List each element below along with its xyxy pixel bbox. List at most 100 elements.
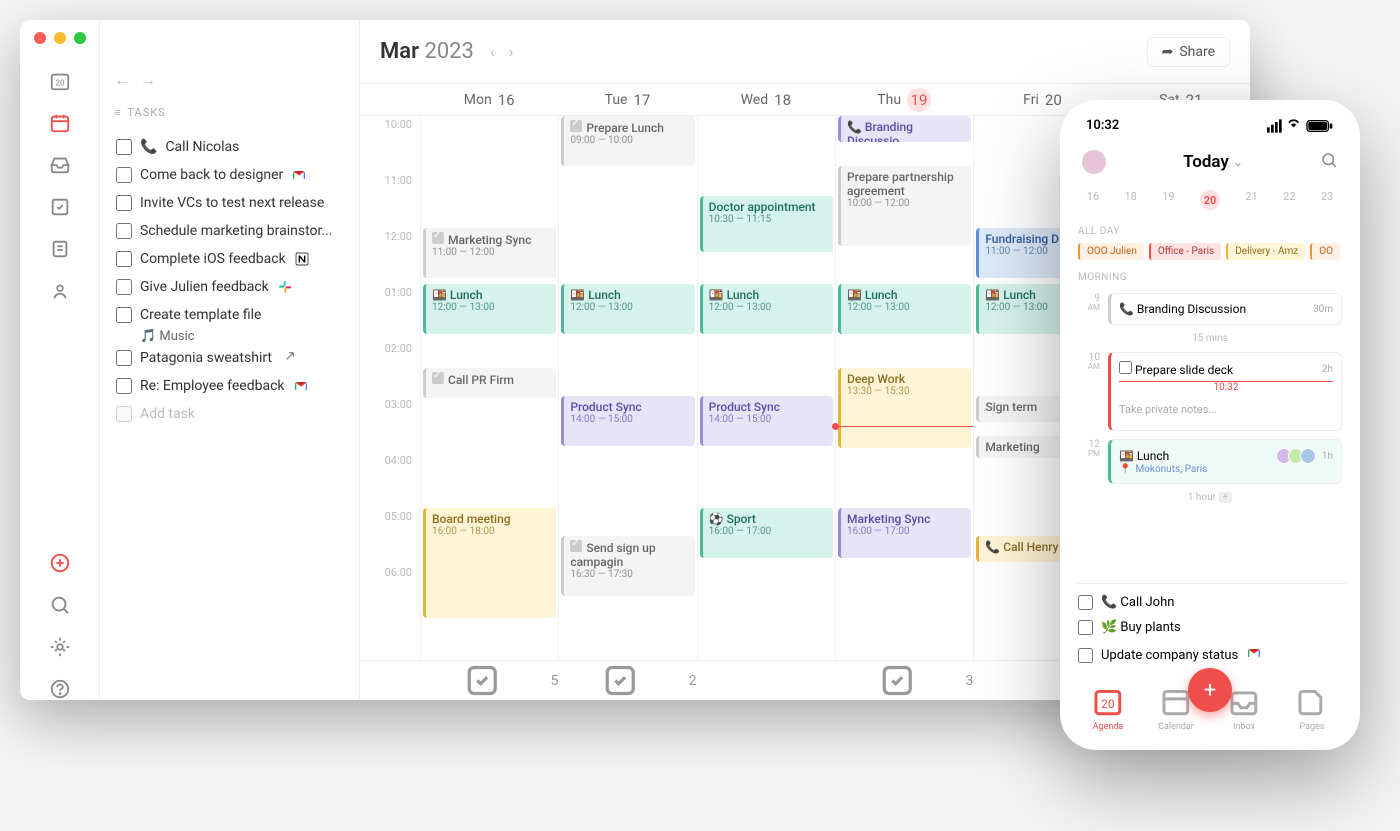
minimize-dot[interactable] [54, 32, 66, 44]
task-checkbox[interactable] [116, 251, 132, 267]
tasks-icon[interactable] [49, 196, 71, 218]
event-notes[interactable]: Take private notes... [1119, 397, 1333, 422]
maximize-dot[interactable] [74, 32, 86, 44]
task-checkbox[interactable] [1078, 595, 1093, 610]
forward-arrow-icon[interactable]: → [140, 70, 156, 90]
mobile-task[interactable]: 📞 Call John [1078, 590, 1342, 615]
day-column[interactable]: Prepare Lunch09:00 — 10:00 🍱 Lunch12:00 —… [558, 116, 696, 660]
event-checkbox[interactable] [1119, 361, 1132, 374]
time-column: 10:0011:0012:0001:0002:0003:0004:0005:00… [360, 116, 420, 660]
day-column[interactable]: Marketing Sync11:00 — 12:00 🍱 Lunch12:00 … [420, 116, 558, 660]
task-item[interactable]: Give Julien feedback [114, 273, 345, 301]
mobile-date-row[interactable]: 16 18 19 20 21 22 23 [1074, 186, 1346, 220]
day-header[interactable]: Thu 19 [835, 84, 973, 115]
footer-count[interactable] [697, 661, 835, 700]
day-header[interactable]: Wed 18 [697, 84, 835, 115]
task-checkbox[interactable] [116, 350, 132, 366]
calendar-event[interactable]: Marketing Sync16:00 — 17:00 [838, 508, 971, 558]
day-column[interactable]: 📞 Branding Discussio Prepare partnership … [835, 116, 973, 660]
day-column[interactable]: Doctor appointment10:30 — 11:15 🍱 Lunch12… [697, 116, 835, 660]
event-location[interactable]: 📍Mokonuts, Paris [1119, 464, 1333, 475]
allday-chip[interactable]: Office - Paris [1149, 243, 1221, 260]
day-header[interactable]: Tue 17 [558, 84, 696, 115]
calendar-event[interactable]: Prepare Lunch09:00 — 10:00 [561, 116, 694, 166]
calendar-event[interactable]: 🍱 Lunch12:00 — 13:00 [700, 284, 833, 334]
task-checkbox[interactable] [1078, 648, 1093, 663]
calendar-event[interactable]: 🍱 Lunch12:00 — 13:00 [423, 284, 556, 334]
calendar-event[interactable]: Product Sync14:00 — 15:00 [700, 396, 833, 446]
mobile-date[interactable]: 16 [1087, 190, 1099, 210]
task-item[interactable]: Schedule marketing brainstor... [114, 217, 345, 245]
footer-count[interactable]: 2 [558, 661, 696, 700]
avatar[interactable] [1082, 150, 1106, 174]
inbox-icon[interactable] [49, 154, 71, 176]
mobile-date[interactable]: 23 [1321, 190, 1333, 210]
task-checkbox[interactable] [1078, 620, 1093, 635]
mobile-timeline[interactable]: 9AM 📞 Branding Discussion30m 15 mins 10A… [1074, 289, 1346, 583]
mobile-date[interactable]: 22 [1283, 190, 1295, 210]
mobile-search-icon[interactable] [1320, 151, 1338, 173]
allday-chip[interactable]: OO [1310, 243, 1340, 260]
share-button[interactable]: ➦ Share [1147, 37, 1230, 67]
calendar-event[interactable]: 📞 Branding Discussio [838, 116, 971, 142]
mobile-event-lunch[interactable]: 🍱 Lunch 1h 📍Mokonuts, Paris [1108, 439, 1342, 484]
calendar-event[interactable]: Product Sync14:00 — 15:00 [561, 396, 694, 446]
calendar-event[interactable]: Send sign up campagin16:30 — 17:30 [561, 536, 694, 596]
calendar-event[interactable]: Board meeting16:00 — 18:00 [423, 508, 556, 618]
task-checkbox[interactable] [116, 307, 132, 323]
add-icon[interactable] [49, 552, 71, 574]
footer-count[interactable]: 5 [420, 661, 558, 700]
calendar-event[interactable]: Deep Work13:30 — 15:30 [838, 368, 971, 448]
task-checkbox[interactable] [116, 378, 132, 394]
calendar-icon[interactable] [49, 112, 71, 134]
task-item[interactable]: 📞 Call Nicolas [114, 133, 345, 161]
calendar-event[interactable]: Doctor appointment10:30 — 11:15 [700, 196, 833, 252]
close-dot[interactable] [34, 32, 46, 44]
calendar-event[interactable]: 🍱 Lunch12:00 — 13:00 [838, 284, 971, 334]
mobile-date[interactable]: 19 [1162, 190, 1174, 210]
allday-chip[interactable]: Delivery - Amz [1226, 243, 1305, 260]
tab-pages[interactable]: Pages [1288, 684, 1336, 732]
prev-week-icon[interactable]: ‹ [490, 42, 495, 61]
calendar-event[interactable]: Marketing Sync11:00 — 12:00 [423, 228, 556, 278]
contacts-icon[interactable] [49, 280, 71, 302]
search-icon[interactable] [49, 594, 71, 616]
footer-count[interactable]: 3 [835, 661, 973, 700]
allday-chip[interactable]: OOO Julien [1078, 243, 1144, 260]
notes-icon[interactable] [49, 238, 71, 260]
today-icon[interactable]: 20 [49, 70, 71, 92]
mobile-date[interactable]: 21 [1245, 190, 1257, 210]
task-item[interactable]: Patagonia sweatshirt [114, 344, 345, 372]
mobile-task[interactable]: 🌿 Buy plants [1078, 615, 1342, 640]
task-checkbox[interactable] [116, 167, 132, 183]
task-item[interactable]: Come back to designer [114, 161, 345, 189]
add-task[interactable]: Add task [114, 400, 345, 428]
back-arrow-icon[interactable]: ← [114, 70, 130, 90]
calendar-event[interactable]: 🍱 Lunch12:00 — 13:00 [561, 284, 694, 334]
task-item[interactable]: Re: Employee feedback [114, 372, 345, 400]
add-in-gap-icon[interactable]: + [1219, 492, 1233, 503]
mobile-date[interactable]: 20 [1200, 190, 1220, 210]
mobile-fab-add[interactable]: + [1188, 668, 1232, 712]
next-week-icon[interactable]: › [509, 42, 514, 61]
day-header[interactable]: Mon 16 [420, 84, 558, 115]
task-checkbox[interactable] [116, 139, 132, 155]
calendar-event[interactable]: Call PR Firm [423, 368, 556, 398]
mobile-event-slide-deck[interactable]: Prepare slide deck2h 10:32 Take private … [1108, 352, 1342, 431]
task-checkbox[interactable] [116, 195, 132, 211]
task-checkbox[interactable] [116, 279, 132, 295]
tab-agenda[interactable]: 20Agenda [1084, 684, 1132, 732]
calendar-event[interactable]: Prepare partnership agreement10:00 — 12:… [838, 166, 971, 246]
mobile-task[interactable]: Update company status [1078, 640, 1342, 670]
mobile-date[interactable]: 18 [1124, 190, 1136, 210]
task-item[interactable]: Create template file [114, 301, 345, 329]
mobile-event-branding[interactable]: 📞 Branding Discussion30m [1108, 293, 1342, 325]
help-icon[interactable] [49, 678, 71, 700]
mobile-title[interactable]: Today⌄ [1183, 152, 1243, 172]
settings-icon[interactable] [49, 636, 71, 658]
task-item[interactable]: Complete iOS feedback [114, 245, 345, 273]
task-checkbox[interactable] [116, 223, 132, 239]
month-title: Mar 2023 [380, 39, 474, 64]
task-item[interactable]: Invite VCs to test next release [114, 189, 345, 217]
calendar-event[interactable]: ⚽ Sport16:00 — 17:00 [700, 508, 833, 558]
